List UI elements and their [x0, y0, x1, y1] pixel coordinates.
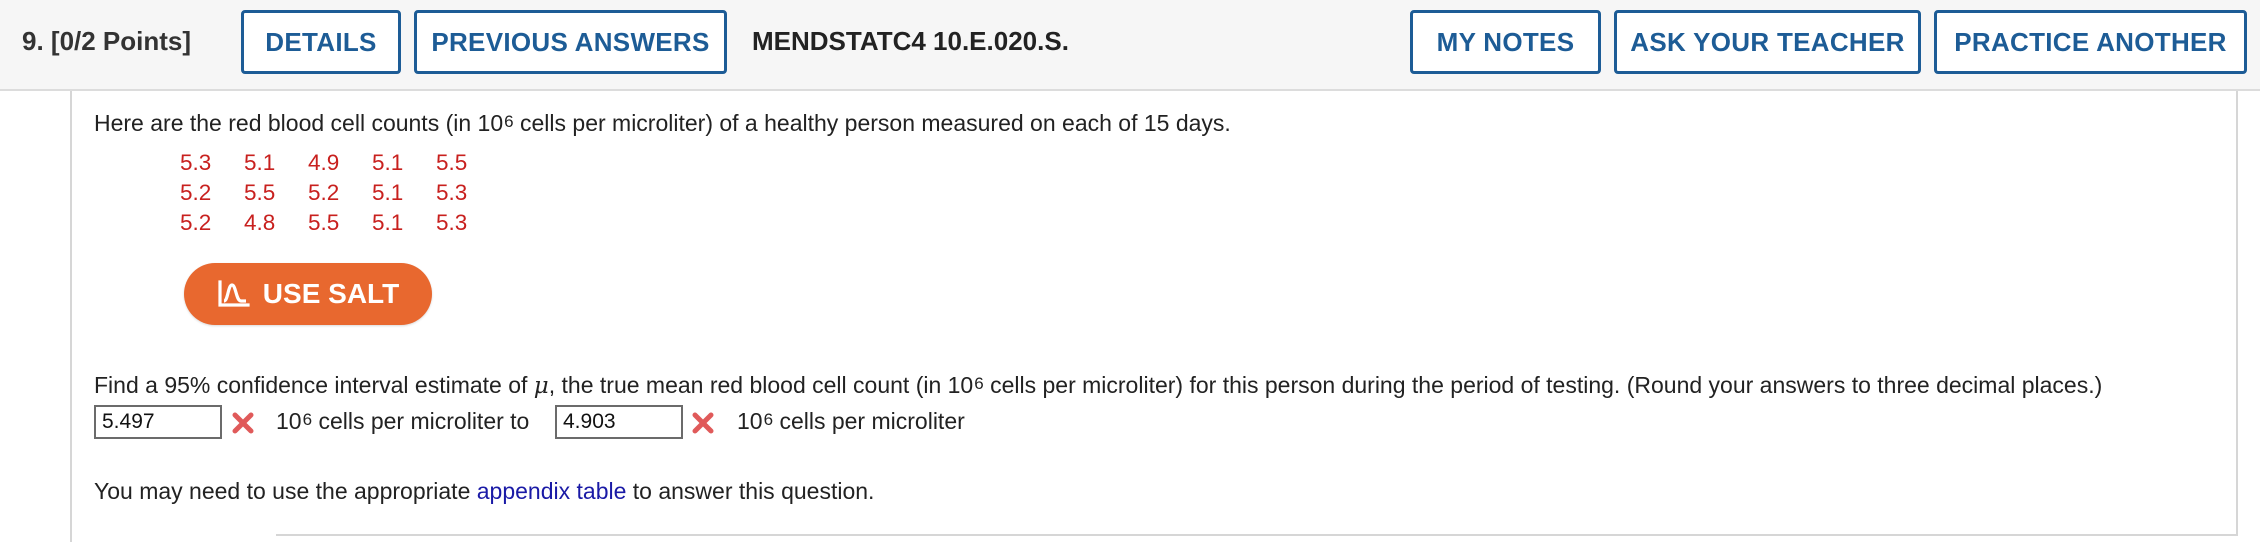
data-value: 5.2: [308, 180, 340, 205]
unit-exponent: 6: [302, 410, 313, 429]
data-value: 5.3: [436, 180, 468, 205]
data-value: 5.5: [308, 210, 340, 235]
data-value: 5.3: [436, 210, 468, 235]
unit-label-1: 106 cells per microliter to: [276, 408, 529, 435]
mu-symbol: μ: [533, 373, 549, 399]
unit-text-to: cells per microliter to: [312, 408, 530, 434]
upper-bound-input[interactable]: [555, 405, 683, 439]
appendix-note-start: You may need to use the appropriate: [94, 478, 477, 504]
unit-exponent: 6: [763, 410, 774, 429]
data-value: 5.5: [244, 180, 276, 205]
data-value: 5.2: [180, 180, 212, 205]
ask-your-teacher-button[interactable]: ASK YOUR TEACHER: [1614, 10, 1921, 74]
intro-text: Here are the red blood cell counts (in 1…: [94, 110, 1231, 137]
previous-answers-button[interactable]: PREVIOUS ANSWERS: [414, 10, 727, 74]
data-value: 5.1: [372, 210, 404, 235]
right-border: [2236, 91, 2238, 534]
intro-text-start: Here are the red blood cell counts (in 1…: [94, 110, 504, 136]
incorrect-x-icon: [692, 412, 714, 434]
data-value: 4.9: [308, 150, 340, 175]
left-border: [70, 91, 72, 542]
data-value: 4.8: [244, 210, 276, 235]
use-salt-button[interactable]: USE SALT: [184, 263, 432, 325]
data-value: 5.1: [372, 150, 404, 175]
question-text-end: cells per microliter) for this person du…: [983, 372, 2103, 398]
question-code: MENDSTATC4 10.E.020.S.: [752, 26, 1069, 56]
intro-exponent: 6: [504, 112, 514, 131]
question-text-middle: , the true mean red blood cell count (in…: [548, 372, 974, 398]
question-text-start: Find a 95% confidence interval estimate …: [94, 372, 534, 398]
question-points-label: 9. [0/2 Points]: [22, 26, 192, 56]
data-value: 5.5: [436, 150, 468, 175]
salt-chart-icon: [218, 280, 250, 307]
unit-label-2: 106 cells per microliter: [737, 408, 965, 435]
question-exponent: 6: [974, 374, 984, 393]
incorrect-x-icon: [232, 412, 254, 434]
bottom-divider: [276, 534, 2238, 536]
question-header: 9. [0/2 Points] DETAILS PREVIOUS ANSWERS…: [0, 0, 2260, 91]
data-value: 5.2: [180, 210, 212, 235]
appendix-table-link[interactable]: appendix table: [477, 478, 627, 504]
intro-text-end: cells per microliter) of a healthy perso…: [513, 110, 1231, 136]
data-value: 5.3: [180, 150, 212, 175]
unit-text: cells per microliter: [773, 408, 965, 434]
data-value: 5.1: [372, 180, 404, 205]
details-button[interactable]: DETAILS: [241, 10, 401, 74]
my-notes-button[interactable]: MY NOTES: [1410, 10, 1601, 74]
appendix-note-end: to answer this question.: [626, 478, 875, 504]
data-value: 5.1: [244, 150, 276, 175]
unit-base: 10: [276, 408, 302, 434]
use-salt-label: USE SALT: [262, 278, 400, 309]
practice-another-button[interactable]: PRACTICE ANOTHER: [1934, 10, 2247, 74]
appendix-note: You may need to use the appropriate appe…: [94, 478, 874, 505]
unit-base: 10: [737, 408, 763, 434]
lower-bound-input[interactable]: [94, 405, 222, 439]
question-text: Find a 95% confidence interval estimate …: [94, 372, 2102, 399]
data-values-grid: 5.3 5.1 4.9 5.1 5.5 5.2 5.5 5.2 5.1 5.3 …: [180, 150, 500, 235]
